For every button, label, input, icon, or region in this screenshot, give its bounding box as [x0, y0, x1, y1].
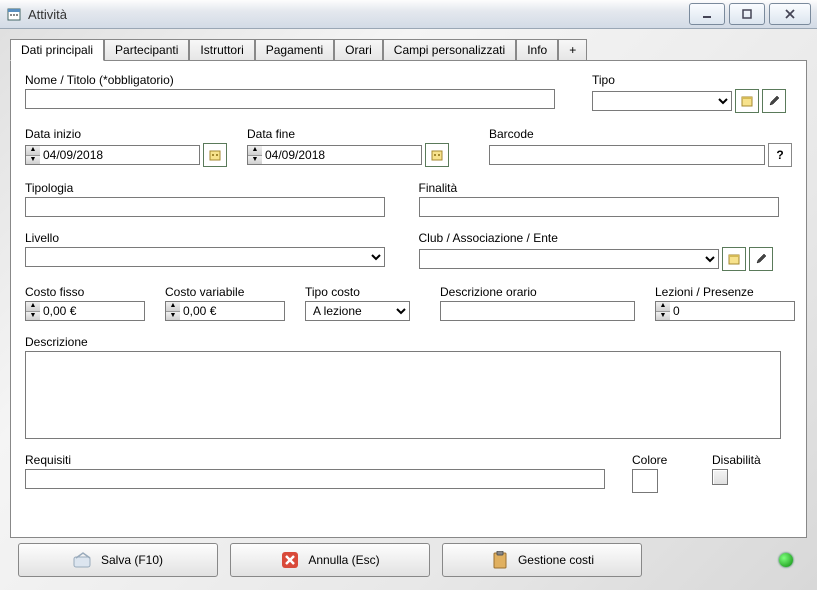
- data-inizio-input[interactable]: [40, 145, 200, 165]
- tipo-select[interactable]: [592, 91, 732, 111]
- colore-label: Colore: [632, 453, 692, 467]
- tab-add[interactable]: +: [558, 39, 587, 61]
- finalita-input[interactable]: [419, 197, 779, 217]
- tipo-edit-button[interactable]: [762, 89, 786, 113]
- barcode-label: Barcode: [489, 127, 792, 141]
- tab-partecipanti[interactable]: Partecipanti: [104, 39, 189, 61]
- descr-orario-label: Descrizione orario: [440, 285, 635, 299]
- data-fine-label: Data fine: [247, 127, 449, 141]
- question-mark-icon: ?: [776, 148, 783, 162]
- livello-select[interactable]: [25, 247, 385, 267]
- nome-input[interactable]: [25, 89, 555, 109]
- cancel-button-label: Annulla (Esc): [308, 553, 379, 567]
- barcode-help-button[interactable]: ?: [768, 143, 792, 167]
- app-icon: [6, 6, 22, 22]
- tab-dati-principali[interactable]: Dati principali: [10, 39, 104, 61]
- lezioni-spinner[interactable]: ▲▼: [655, 301, 795, 321]
- club-lookup-button[interactable]: [722, 247, 746, 271]
- save-button-label: Salva (F10): [101, 553, 163, 567]
- club-label: Club / Associazione / Ente: [419, 231, 793, 245]
- tipologia-input[interactable]: [25, 197, 385, 217]
- requisiti-input[interactable]: [25, 469, 605, 489]
- tipologia-label: Tipologia: [25, 181, 399, 195]
- tipo-lookup-button[interactable]: [735, 89, 759, 113]
- finalita-label: Finalità: [419, 181, 793, 195]
- club-select[interactable]: [419, 249, 719, 269]
- tipo-costo-label: Tipo costo: [305, 285, 410, 299]
- data-inizio-spinner[interactable]: ▲▼: [25, 145, 200, 165]
- tipo-costo-select[interactable]: A lezione: [305, 301, 410, 321]
- disabilita-label: Disabilità: [712, 453, 792, 467]
- nome-label: Nome / Titolo (*obbligatorio): [25, 73, 572, 87]
- colore-picker[interactable]: [632, 469, 658, 493]
- tab-orari[interactable]: Orari: [334, 39, 383, 61]
- data-fine-input[interactable]: [262, 145, 422, 165]
- costo-fisso-spinner[interactable]: ▲▼: [25, 301, 145, 321]
- main-panel: Nome / Titolo (*obbligatorio) Tipo Data …: [10, 60, 807, 538]
- window-title: Attività: [28, 7, 685, 22]
- cancel-icon: [280, 550, 300, 570]
- clipboard-icon: [490, 550, 510, 570]
- content-area: Dati principali Partecipanti Istruttori …: [0, 29, 817, 590]
- lezioni-label: Lezioni / Presenze: [655, 285, 795, 299]
- app-window: Attività Dati principali Partecipanti Is…: [0, 0, 817, 590]
- costo-fisso-label: Costo fisso: [25, 285, 145, 299]
- titlebar: Attività: [0, 0, 817, 29]
- disabilita-checkbox[interactable]: [712, 469, 728, 485]
- tab-info[interactable]: Info: [516, 39, 558, 61]
- descr-orario-input[interactable]: [440, 301, 635, 321]
- lezioni-input[interactable]: [670, 301, 795, 321]
- minimize-button[interactable]: [689, 3, 725, 25]
- close-button[interactable]: [769, 3, 811, 25]
- data-fine-spinner[interactable]: ▲▼: [247, 145, 422, 165]
- status-led-icon: [779, 553, 793, 567]
- requisiti-label: Requisiti: [25, 453, 612, 467]
- data-inizio-calendar-button[interactable]: [203, 143, 227, 167]
- costo-variabile-input[interactable]: [180, 301, 285, 321]
- descrizione-label: Descrizione: [25, 335, 792, 349]
- gestione-costi-label: Gestione costi: [518, 553, 594, 567]
- costo-fisso-input[interactable]: [40, 301, 145, 321]
- save-icon: [73, 550, 93, 570]
- tab-istruttori[interactable]: Istruttori: [189, 39, 254, 61]
- tab-campi-personalizzati[interactable]: Campi personalizzati: [383, 39, 516, 61]
- data-inizio-label: Data inizio: [25, 127, 227, 141]
- cancel-button[interactable]: Annulla (Esc): [230, 543, 430, 577]
- club-edit-button[interactable]: [749, 247, 773, 271]
- data-fine-calendar-button[interactable]: [425, 143, 449, 167]
- costo-variabile-label: Costo variabile: [165, 285, 285, 299]
- save-button[interactable]: Salva (F10): [18, 543, 218, 577]
- tab-pagamenti[interactable]: Pagamenti: [255, 39, 334, 61]
- barcode-input[interactable]: [489, 145, 765, 165]
- livello-label: Livello: [25, 231, 399, 245]
- tab-bar: Dati principali Partecipanti Istruttori …: [10, 39, 807, 61]
- descrizione-textarea[interactable]: [25, 351, 781, 439]
- footer-toolbar: Salva (F10) Annulla (Esc) Gestione costi: [10, 538, 807, 582]
- costo-variabile-spinner[interactable]: ▲▼: [165, 301, 285, 321]
- tipo-label: Tipo: [592, 73, 792, 87]
- maximize-button[interactable]: [729, 3, 765, 25]
- gestione-costi-button[interactable]: Gestione costi: [442, 543, 642, 577]
